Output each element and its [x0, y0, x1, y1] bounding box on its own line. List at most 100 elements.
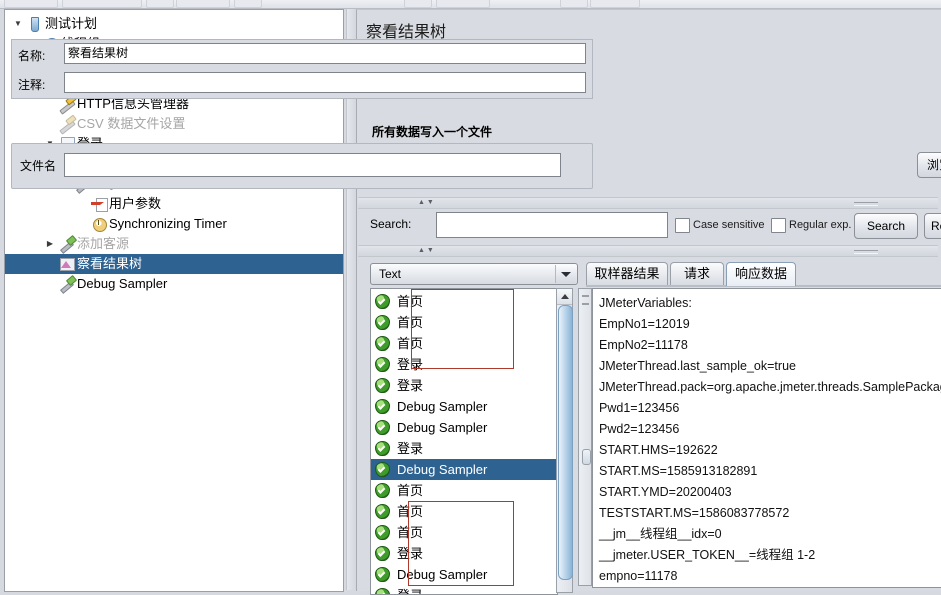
result-list-item[interactable]: 登录 — [371, 375, 557, 396]
file-section-title: 所有数据写入一个文件 — [372, 125, 493, 139]
name-input[interactable]: 察看结果树 — [64, 43, 586, 64]
tree-item-label: Synchronizing Timer — [109, 216, 227, 231]
result-list-item[interactable]: Debug Sampler — [371, 417, 557, 438]
tree-item-11[interactable]: ▶ 添加客源 — [5, 234, 343, 254]
result-item-label: 首页 — [397, 525, 424, 540]
splitter-bottom-collapse-arrows[interactable]: ▲▼ — [418, 247, 436, 255]
scroll-up-button[interactable] — [557, 289, 572, 305]
tree-item-label: 用户参数 — [109, 196, 162, 211]
tree-item-label: 测试计划 — [45, 16, 98, 31]
search-button[interactable]: Search — [854, 213, 918, 239]
tree-item-label: 察看结果树 — [77, 256, 143, 271]
result-list-item[interactable]: Debug Sampler — [371, 564, 557, 585]
name-label: 名称: — [18, 49, 46, 63]
result-list-item[interactable]: 登录 — [371, 438, 557, 459]
renderer-dropdown-value: Text — [379, 267, 402, 281]
result-list-item[interactable]: 首页 — [371, 522, 557, 543]
reset-button[interactable]: Re — [924, 213, 941, 239]
tree-item-9[interactable]: 用户参数 — [5, 194, 343, 214]
result-item-label: Debug Sampler — [397, 567, 488, 582]
result-item-label: Debug Sampler — [397, 462, 488, 477]
tab-request[interactable]: 请求 — [670, 262, 724, 286]
results-list[interactable]: 首页 首页 首页 登录 登录 Debug Sampler Debug Sampler 登录 De… — [370, 288, 558, 595]
success-shield-icon — [375, 462, 390, 477]
splitter-collapse-arrows[interactable]: ▲▼ — [418, 199, 436, 207]
toolbar-button-group-8[interactable] — [560, 0, 588, 8]
tree-item-0[interactable]: ▼ 测试计划 — [5, 14, 343, 34]
toolbar-button-group-2[interactable] — [62, 0, 142, 8]
chevron-right-icon[interactable]: ▶ — [43, 234, 57, 254]
result-item-label: Debug Sampler — [397, 420, 488, 435]
results-list-scrollbar[interactable] — [556, 288, 573, 593]
tree-item-12[interactable]: 察看结果树 — [5, 254, 343, 274]
search-input[interactable] — [436, 212, 668, 238]
scroll-right-arrow-icon[interactable] — [582, 303, 589, 305]
success-shield-icon — [375, 294, 390, 309]
tree-item-13[interactable]: Debug Sampler — [5, 274, 343, 294]
response-scroll-thumb[interactable] — [582, 449, 591, 465]
success-shield-icon — [375, 399, 390, 414]
result-list-item[interactable]: 登录 — [371, 543, 557, 564]
result-list-item[interactable]: 首页 — [371, 291, 557, 312]
pipette-icon — [57, 274, 77, 294]
result-list-item[interactable]: Debug Sampler — [371, 459, 557, 480]
tree-item-10[interactable]: Synchronizing Timer — [5, 214, 343, 234]
splitter-top[interactable]: ▲▼ — [358, 197, 938, 209]
success-shield-icon — [375, 525, 390, 540]
jmeter-window: ▼测试计划▼线程组HTTP Cookie 管理器用户定义的变量HTTP信息头管理… — [0, 0, 941, 595]
result-list-item[interactable]: 首页 — [371, 312, 557, 333]
toolbar-button-group-3[interactable] — [146, 0, 174, 8]
scroll-left-arrow-icon[interactable] — [582, 295, 589, 297]
splitter-top-grip — [854, 202, 878, 206]
splitter-bottom[interactable]: ▲▼ — [358, 245, 938, 257]
result-list-item[interactable]: 首页 — [371, 480, 557, 501]
browse-button[interactable]: 浏览 — [917, 152, 941, 178]
success-shield-icon — [375, 441, 390, 456]
flask-icon — [25, 14, 45, 34]
response-data-pane[interactable]: JMeterVariables: EmpNo1=12019 EmpNo2=111… — [592, 288, 941, 588]
case-sensitive-checkbox[interactable] — [675, 218, 690, 233]
pipette-icon — [57, 234, 77, 254]
result-list-item[interactable]: 首页 — [371, 501, 557, 522]
toolbar-button-group-1[interactable] — [4, 0, 58, 8]
name-comment-group: 名称: 察看结果树 注释: — [11, 39, 593, 99]
filename-input[interactable] — [64, 153, 561, 177]
success-shield-icon — [375, 315, 390, 330]
tab-response-data[interactable]: 响应数据 — [726, 262, 796, 286]
success-shield-icon — [375, 567, 390, 582]
tab-sampler-result[interactable]: 取样器结果 — [586, 262, 668, 286]
success-shield-icon — [375, 420, 390, 435]
tree-item-5[interactable]: CSV 数据文件设置 — [5, 114, 343, 134]
timer-icon — [89, 214, 109, 234]
success-shield-icon — [375, 336, 390, 351]
toolbar-button-group-7[interactable] — [436, 0, 490, 8]
toolbar-strip — [0, 0, 941, 9]
success-shield-icon — [375, 378, 390, 393]
regular-exp-label: Regular exp. — [789, 219, 852, 231]
scroll-thumb[interactable] — [558, 305, 573, 580]
result-icon — [57, 254, 77, 274]
response-pane-left-scrollbar[interactable] — [578, 288, 592, 586]
chevron-down-icon[interactable] — [555, 265, 576, 283]
search-row: Search: Case sensitive Regular exp. Sear… — [358, 209, 941, 242]
renderer-dropdown[interactable]: Text — [370, 263, 578, 285]
result-list-item[interactable]: 首页 — [371, 333, 557, 354]
comment-input[interactable] — [64, 72, 586, 93]
result-list-item[interactable]: 登录 — [371, 354, 557, 375]
tree-item-label: Debug Sampler — [77, 276, 168, 291]
toolbar-button-group-5[interactable] — [234, 0, 262, 8]
regular-exp-checkbox[interactable] — [771, 218, 786, 233]
result-list-item[interactable]: Debug Sampler — [371, 396, 557, 417]
chevron-down-icon[interactable]: ▼ — [11, 14, 25, 34]
result-item-label: 登录 — [397, 378, 424, 393]
toolbar-button-group-4[interactable] — [176, 0, 230, 8]
toolbar-button-group-6[interactable] — [404, 0, 432, 8]
toolbar-button-group-9[interactable] — [590, 0, 640, 8]
